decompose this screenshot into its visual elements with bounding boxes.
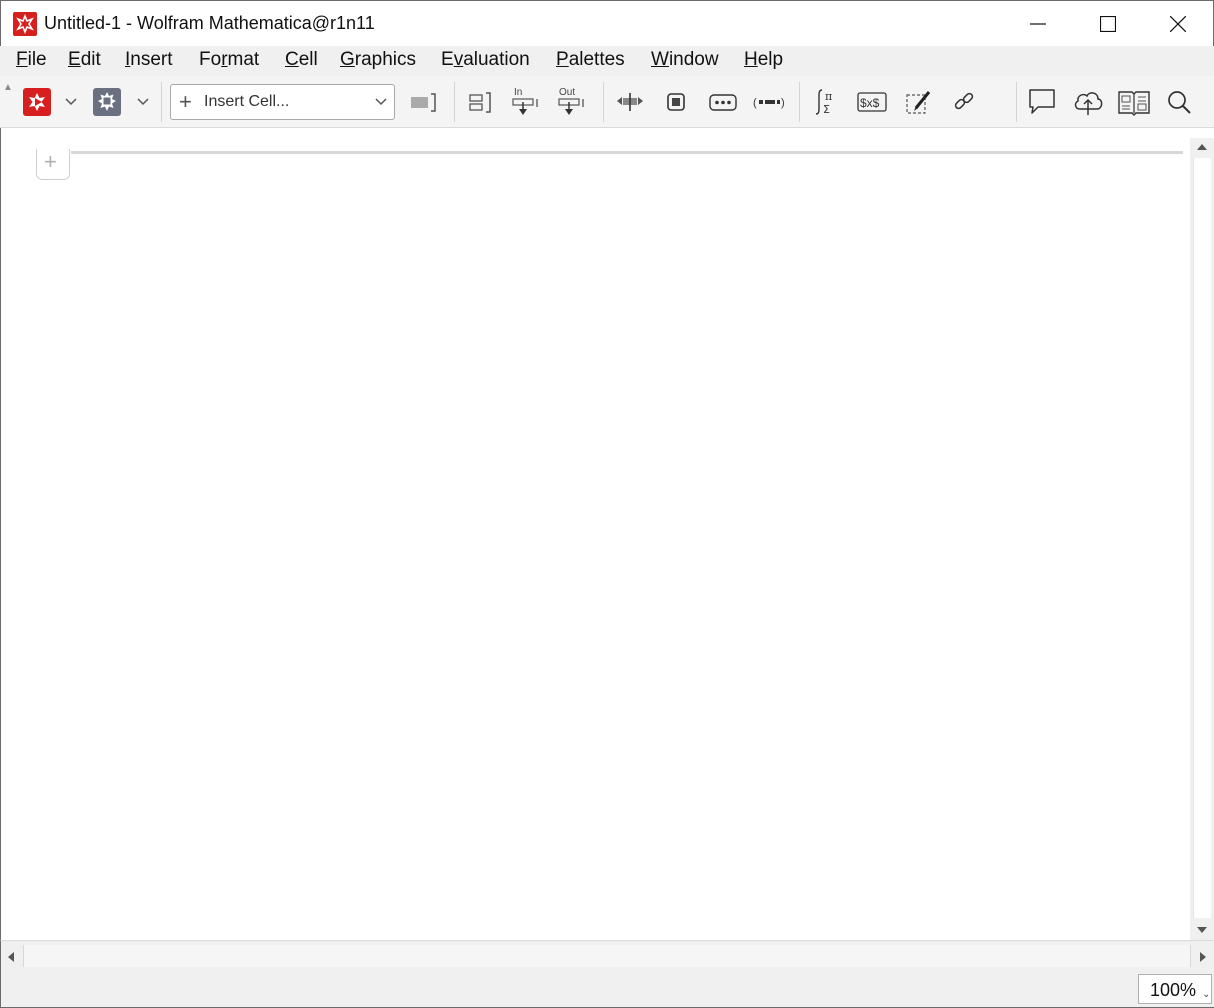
horizontal-scroll-track[interactable] — [23, 945, 1191, 967]
toolbar-grip-icon[interactable]: ▲ — [3, 82, 13, 93]
zoom-dropdown[interactable]: 100% ⌄ — [1138, 974, 1212, 1004]
scroll-left-icon[interactable] — [7, 951, 15, 963]
vertical-scroll-track[interactable] — [1193, 158, 1211, 918]
menu-format[interactable]: Format — [199, 49, 259, 71]
template-button[interactable] — [707, 84, 739, 120]
comment-button[interactable] — [1026, 84, 1058, 120]
minimize-icon — [1030, 23, 1046, 25]
status-bar: 100% ⌄ — [0, 970, 1214, 1008]
evaluate-icon — [23, 88, 51, 116]
plus-icon: + — [44, 149, 57, 174]
drawing-button[interactable] — [903, 84, 935, 120]
chevron-down-icon: ⌄ — [1202, 989, 1211, 1000]
title-bar: Untitled-1 - Wolfram Mathematica@r1n11 — [0, 0, 1214, 46]
minimize-button[interactable] — [1003, 1, 1073, 47]
maximize-button[interactable] — [1073, 1, 1143, 47]
scroll-right-icon[interactable] — [1199, 951, 1207, 963]
menu-graphics[interactable]: Graphics — [340, 49, 416, 71]
in-label: In — [514, 87, 522, 98]
input-form-button[interactable] — [662, 84, 690, 120]
chevron-down-icon — [375, 98, 387, 106]
menu-window[interactable]: Window — [651, 49, 719, 71]
window-title: Untitled-1 - Wolfram Mathematica@r1n11 — [44, 13, 375, 33]
expression-icon: ( ) — [753, 97, 785, 109]
evaluate-menu-chevron[interactable] — [64, 84, 78, 120]
ellipsis-box-icon — [709, 94, 737, 111]
group-cells-button[interactable] — [466, 84, 496, 120]
toolbar-divider — [454, 82, 455, 122]
chevron-down-icon — [65, 98, 77, 106]
cell-bracket-icon — [411, 93, 436, 112]
close-button[interactable] — [1143, 1, 1213, 47]
scroll-down-icon[interactable] — [1196, 926, 1208, 934]
notebook-toolbar: ▲ + Insert Cell... In Out () π Σ $x$ — [0, 76, 1214, 128]
toolbar-divider — [161, 82, 162, 122]
speech-bubble-icon — [1029, 89, 1055, 114]
documentation-button[interactable] — [1117, 84, 1151, 120]
horizontal-scrollbar[interactable] — [0, 940, 1214, 970]
menu-edit[interactable]: Edit — [68, 49, 101, 71]
kernel-menu-chevron[interactable] — [136, 84, 150, 120]
menu-insert[interactable]: Insert — [125, 49, 173, 71]
out-label: Out — [559, 87, 575, 98]
menu-file[interactable]: File — [16, 49, 47, 71]
tex-label: $x$ — [860, 96, 880, 110]
chevron-down-icon — [137, 98, 149, 106]
evaluate-in-button[interactable]: In — [510, 84, 542, 120]
vertical-scrollbar[interactable] — [1190, 138, 1214, 940]
kernel-gear-icon — [93, 88, 121, 116]
svg-text:): ) — [781, 97, 785, 109]
cloud-upload-icon — [1074, 92, 1103, 115]
search-icon — [1168, 91, 1191, 114]
out-cell-icon: Out — [558, 87, 584, 115]
tex-dollar-icon: $x$ — [857, 92, 887, 112]
close-icon — [1170, 16, 1186, 32]
svg-text:π: π — [825, 90, 832, 103]
text-cursor-icon — [617, 93, 643, 111]
mathematica-logo-icon — [13, 12, 37, 36]
cloud-upload-button[interactable] — [1071, 84, 1105, 120]
in-cell-icon: In — [512, 87, 538, 115]
cursor-split-button[interactable] — [614, 84, 646, 120]
menu-cell[interactable]: Cell — [285, 49, 318, 71]
integral-sigma-icon: π Σ — [815, 89, 832, 116]
menu-evaluation[interactable]: Evaluation — [441, 49, 530, 71]
menu-palettes[interactable]: Palettes — [556, 49, 625, 71]
hyperlink-button[interactable] — [950, 84, 980, 120]
book-icon — [1118, 91, 1150, 116]
cell-bracket-button[interactable] — [408, 84, 438, 120]
menu-bar: File Edit Insert Format Cell Graphics Ev… — [0, 46, 1214, 76]
toolbar-divider — [1016, 82, 1017, 122]
toolbar-divider — [603, 82, 604, 122]
scroll-up-icon[interactable] — [1196, 143, 1208, 151]
tex-button[interactable]: $x$ — [856, 84, 890, 120]
cell-insertion-line[interactable] — [71, 151, 1183, 154]
notebook-area[interactable]: + — [0, 128, 1190, 940]
svg-text:(: ( — [753, 97, 757, 109]
toolbar-divider — [799, 82, 800, 122]
search-button[interactable] — [1164, 84, 1196, 120]
evaluate-button[interactable] — [22, 84, 52, 120]
drawing-pencil-icon — [906, 91, 931, 114]
math-assistant-button[interactable]: π Σ — [810, 84, 842, 120]
maximize-icon — [1100, 16, 1116, 32]
plus-icon: + — [179, 89, 192, 114]
insert-cell-label: Insert Cell... — [204, 93, 290, 110]
kernel-button[interactable] — [92, 84, 122, 120]
svg-text:Σ: Σ — [823, 103, 830, 116]
group-cells-icon — [469, 92, 491, 113]
insert-cell-dropdown[interactable]: + Insert Cell... — [170, 84, 395, 120]
zoom-level: 100% — [1150, 980, 1197, 1000]
menu-help[interactable]: Help — [744, 49, 783, 71]
input-form-icon — [667, 93, 685, 111]
expression-button[interactable]: ( ) — [751, 84, 787, 120]
link-icon — [954, 92, 974, 110]
evaluate-out-button[interactable]: Out — [556, 84, 588, 120]
cell-insert-button[interactable]: + — [36, 149, 70, 180]
